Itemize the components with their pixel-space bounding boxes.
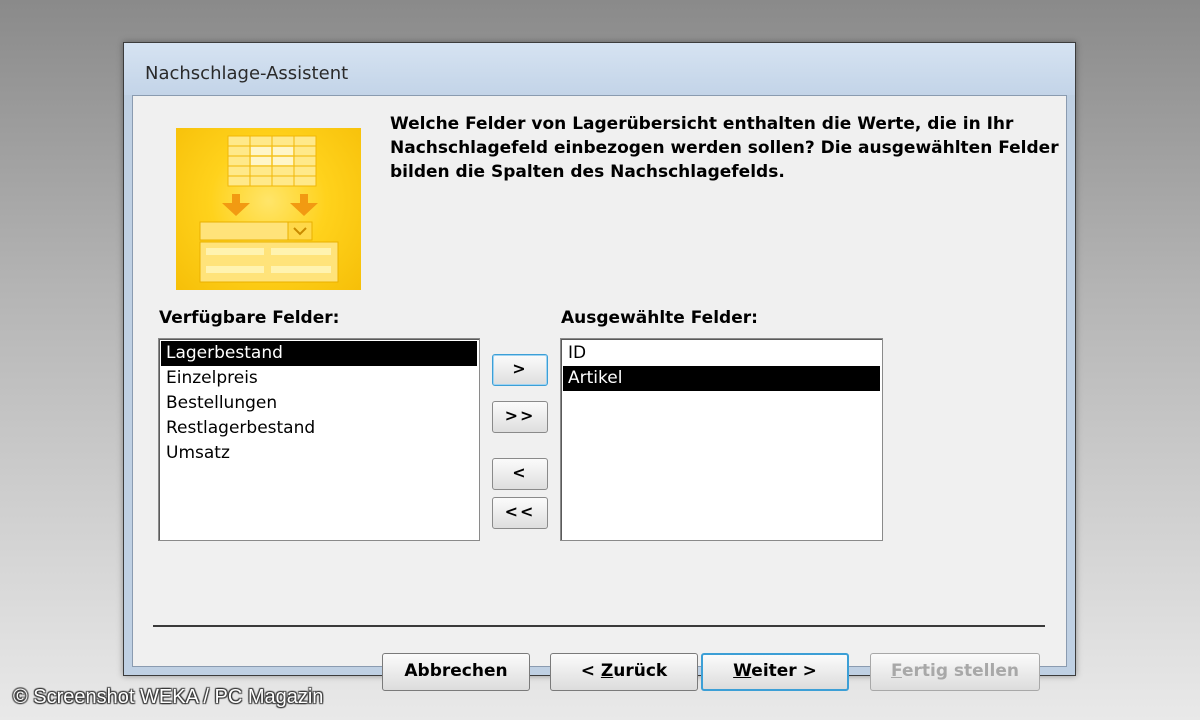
list-item[interactable]: Artikel	[563, 366, 880, 391]
available-fields-list[interactable]: Lagerbestand Einzelpreis Bestellungen Re…	[158, 338, 480, 541]
list-item[interactable]: Bestellungen	[161, 391, 477, 416]
next-mnemonic: W	[733, 661, 752, 681]
wizard-dialog: Nachschlage-Assistent Welche Felder von …	[123, 42, 1076, 691]
back-button[interactable]: < Zurück	[550, 653, 698, 691]
list-item[interactable]: Restlagerbestand	[161, 416, 477, 441]
list-item[interactable]: Einzelpreis	[161, 366, 477, 391]
next-label-rest: eiter >	[751, 661, 817, 681]
window-title: Nachschlage-Assistent	[145, 63, 349, 84]
back-label-rest: urück	[613, 661, 668, 681]
list-item[interactable]: ID	[563, 341, 880, 366]
instruction-text: Welche Felder von Lagerübersicht enthalt…	[390, 114, 1059, 182]
wizard-illustration-icon	[176, 128, 361, 290]
add-all-fields-button[interactable]: >>	[492, 401, 548, 433]
back-prefix: <	[580, 661, 601, 681]
remove-field-button[interactable]: <	[492, 458, 548, 490]
selected-fields-label: Ausgewählte Felder:	[561, 308, 758, 328]
title-bar[interactable]: Nachschlage-Assistent	[124, 43, 1075, 95]
finish-mnemonic: F	[891, 661, 902, 681]
copyright-watermark: © Screenshot WEKA / PC Magazin	[13, 686, 324, 708]
finish-button: Fertig stellen	[870, 653, 1040, 691]
available-fields-label: Verfügbare Felder:	[159, 308, 340, 328]
dialog-body: Welche Felder von Lagerübersicht enthalt…	[132, 95, 1067, 691]
footer-divider	[153, 625, 1045, 627]
selected-fields-list[interactable]: ID Artikel	[560, 338, 883, 541]
add-field-button[interactable]: >	[492, 354, 548, 386]
list-item[interactable]: Lagerbestand	[161, 341, 477, 366]
list-item[interactable]: Umsatz	[161, 441, 477, 466]
remove-all-fields-button[interactable]: <<	[492, 497, 548, 529]
finish-label-rest: ertig stellen	[901, 661, 1019, 681]
back-mnemonic: Z	[600, 661, 614, 681]
next-button[interactable]: Weiter >	[701, 653, 849, 691]
cancel-button[interactable]: Abbrechen	[382, 653, 530, 691]
